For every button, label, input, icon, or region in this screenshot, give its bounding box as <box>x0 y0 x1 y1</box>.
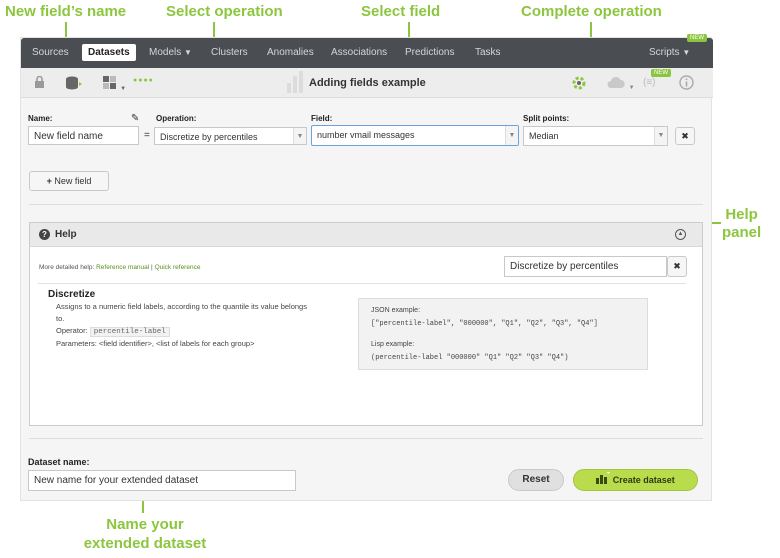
split-points-label: Split points: <box>523 114 570 123</box>
help-description-cont: to. <box>56 314 65 323</box>
operator-code: percentile-label <box>89 327 170 337</box>
help-panel: ? Help ▲ More detailed help: Reference m… <box>29 222 703 426</box>
help-title: Help <box>55 229 77 240</box>
divider <box>29 204 703 205</box>
clear-search-button[interactable]: ✖ <box>667 256 687 277</box>
pencil-icon: ✎ <box>131 113 140 124</box>
nav-anomalies[interactable]: Anomalies <box>267 47 314 58</box>
parameters-line: Parameters: <field identifier>, <list of… <box>56 339 255 348</box>
gear-icon[interactable] <box>571 75 587 94</box>
nav-models[interactable]: Models ▼ <box>149 47 192 58</box>
annotation-complete-operation: Complete operation <box>521 3 662 20</box>
nav-predictions[interactable]: Predictions <box>405 47 454 58</box>
field-select[interactable]: number vmail messages ▼ <box>311 125 519 146</box>
json-example-title: JSON example: <box>371 307 421 314</box>
chevron-down-icon: ▼ <box>293 128 306 144</box>
bar-chart-icon <box>596 470 611 491</box>
plus-icon: + <box>46 176 52 186</box>
close-icon: ✖ <box>673 261 681 271</box>
create-dataset-button[interactable]: Create dataset <box>573 469 698 491</box>
annotation-select-operation: Select operation <box>166 3 283 20</box>
help-description: Assigns to a numeric field labels, accor… <box>56 302 307 311</box>
annotation-name-dataset: Name your extended dataset <box>83 516 207 552</box>
dataset-name-input[interactable]: New name for your extended dataset <box>28 470 296 491</box>
annotation-new-field-name: New field’s name <box>5 3 127 20</box>
collapse-icon[interactable]: ▲ <box>675 229 686 240</box>
main-navbar: Sources Datasets Models ▼ Clusters Anoma… <box>21 34 713 68</box>
help-header[interactable]: ? Help ▲ <box>30 223 702 247</box>
chevron-down-icon: ▼ <box>682 48 691 57</box>
new-badge: NEW <box>651 69 671 77</box>
json-example-code: ["percentile-label", "000000", "Q1", "Q2… <box>371 320 598 328</box>
lock-icon[interactable] <box>34 75 45 92</box>
chevron-down-icon: ▼ <box>654 127 667 145</box>
divider <box>29 438 703 439</box>
formula-icon[interactable]: (≡) <box>643 77 656 88</box>
nav-clusters[interactable]: Clusters <box>211 47 248 58</box>
page-title: Adding fields example <box>309 77 426 89</box>
nav-datasets[interactable]: Datasets <box>82 44 136 61</box>
help-heading: Discretize <box>48 289 96 300</box>
name-label: Name: <box>28 114 53 123</box>
help-icon: ? <box>39 229 50 240</box>
app-window: Sources Datasets Models ▼ Clusters Anoma… <box>20 34 713 501</box>
nav-tasks[interactable]: Tasks <box>475 47 501 58</box>
reference-manual-link[interactable]: Reference manual <box>96 264 149 271</box>
annotation-select-field: Select field <box>361 3 441 20</box>
operator-line: Operator: percentile-label <box>56 326 170 337</box>
info-icon[interactable] <box>679 75 694 93</box>
new-badge: NEW <box>687 34 707 42</box>
database-icon[interactable] <box>65 76 83 93</box>
dataset-toolbar: ▼ ●●●● Adding fields example ▼ (≡) NEW <box>21 68 713 98</box>
operation-select[interactable]: Discretize by percentiles ▼ <box>154 127 307 145</box>
chart-icon <box>287 71 303 96</box>
chevron-down-icon: ▼ <box>505 126 518 145</box>
remove-field-button[interactable]: ✖ <box>675 127 695 145</box>
nav-associations[interactable]: Associations <box>331 47 387 58</box>
chevron-down-icon: ▼ <box>628 85 635 91</box>
divider <box>38 283 686 284</box>
help-links: More detailed help: Reference manual | Q… <box>39 264 201 271</box>
quick-reference-link[interactable]: Quick reference <box>155 264 201 271</box>
operation-label: Operation: <box>156 114 197 123</box>
close-icon: ✖ <box>681 131 689 141</box>
chevron-down-icon: ▼ <box>120 86 127 92</box>
nav-scripts[interactable]: Scripts ▼ <box>649 47 690 58</box>
code-example-box: JSON example: ["percentile-label", "0000… <box>358 298 648 370</box>
help-search-input[interactable]: Discretize by percentiles <box>504 256 667 277</box>
field-name-input[interactable]: New field name <box>28 126 139 145</box>
chevron-down-icon: ▼ <box>184 48 192 57</box>
field-label: Field: <box>311 114 333 123</box>
lisp-example-code: (percentile-label "000000" "Q1" "Q2" "Q3… <box>371 354 569 362</box>
split-points-select[interactable]: Median ▼ <box>523 126 668 146</box>
new-field-button[interactable]: + New field <box>29 171 109 191</box>
reset-button[interactable]: Reset <box>508 469 564 491</box>
field-type-icon[interactable]: ▼ <box>103 76 126 93</box>
cloud-icon[interactable]: ▼ <box>607 76 635 92</box>
lisp-example-title: Lisp example: <box>371 341 415 348</box>
dots-icon[interactable]: ●●●● <box>133 77 154 84</box>
annotation-help-panel: Help panel <box>722 206 762 241</box>
nav-sources[interactable]: Sources <box>32 47 69 58</box>
equals-sign: = <box>144 130 150 141</box>
dataset-name-label: Dataset name: <box>28 457 90 467</box>
